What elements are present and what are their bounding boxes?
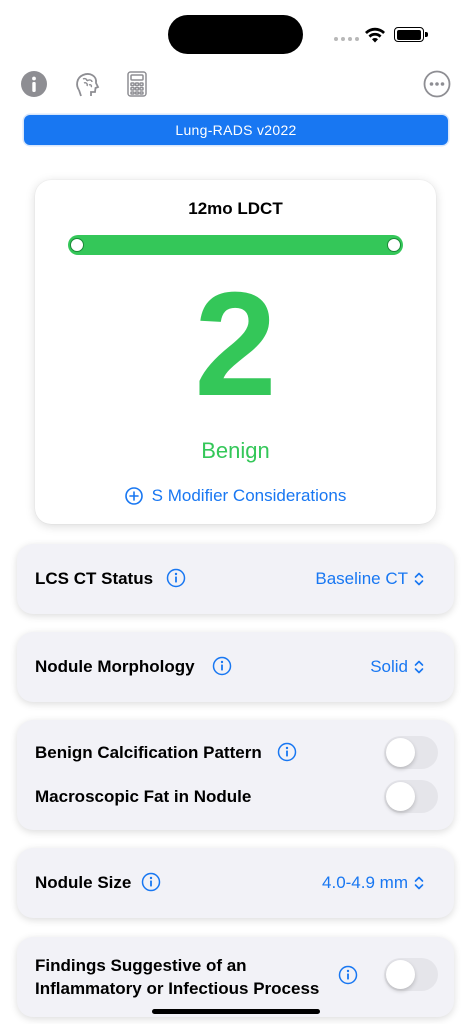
- fat-label: Macroscopic Fat in Nodule: [35, 787, 252, 806]
- ct-status-label: LCS CT Status: [35, 569, 154, 588]
- calculator-icon[interactable]: [123, 70, 151, 98]
- size-value: 4.0-4.9 mm: [322, 873, 408, 892]
- inflammatory-toggle[interactable]: [384, 958, 438, 991]
- ct-status-value: Baseline CT: [315, 569, 408, 588]
- calcification-fat-card: [17, 720, 454, 830]
- s-modifier-label: S Modifier Considerations: [151, 486, 347, 505]
- cellular-signal-icon: [334, 37, 359, 41]
- brain-head-icon[interactable]: [73, 70, 101, 98]
- inflammatory-label-line2: Inflammatory or Infectious Process: [35, 979, 320, 998]
- info-icon[interactable]: [20, 70, 48, 98]
- fat-toggle[interactable]: [384, 780, 438, 813]
- score-range-bar: [68, 235, 403, 255]
- score-category: Benign: [201, 438, 270, 463]
- info-icon[interactable]: [338, 965, 358, 985]
- info-icon[interactable]: [277, 742, 297, 762]
- plus-circle-icon: [124, 487, 143, 505]
- battery-icon: [394, 27, 428, 42]
- morphology-picker[interactable]: Solid: [370, 657, 424, 677]
- info-icon[interactable]: [212, 656, 232, 676]
- more-icon[interactable]: [423, 70, 451, 98]
- inflammatory-label: Findings Suggestive of an Inflammatory o…: [35, 954, 319, 1000]
- morphology-label: Nodule Morphology: [35, 657, 195, 676]
- version-banner-button[interactable]: Lung-RADS v2022: [24, 115, 448, 145]
- size-picker[interactable]: 4.0-4.9 mm: [322, 873, 424, 893]
- chevron-updown-icon: [414, 572, 424, 586]
- info-icon[interactable]: [141, 872, 161, 892]
- inflammatory-label-line1: Findings Suggestive of an: [35, 956, 247, 975]
- result-title: 12mo LDCT: [188, 199, 283, 218]
- score-value: 2: [194, 262, 277, 427]
- home-indicator[interactable]: [152, 1009, 320, 1014]
- calcification-toggle[interactable]: [384, 736, 438, 769]
- range-end-knob: [387, 238, 401, 252]
- chevron-updown-icon: [414, 876, 424, 890]
- wifi-icon: [365, 27, 385, 43]
- size-label: Nodule Size: [35, 873, 132, 892]
- range-start-knob: [70, 238, 84, 252]
- s-modifier-button[interactable]: S Modifier Considerations: [0, 486, 471, 506]
- info-icon[interactable]: [166, 568, 186, 588]
- chevron-updown-icon: [414, 660, 424, 674]
- ct-status-picker[interactable]: Baseline CT: [315, 569, 424, 589]
- calcification-label: Benign Calcification Pattern: [35, 743, 262, 762]
- morphology-value: Solid: [370, 657, 408, 676]
- dynamic-island: [168, 15, 303, 54]
